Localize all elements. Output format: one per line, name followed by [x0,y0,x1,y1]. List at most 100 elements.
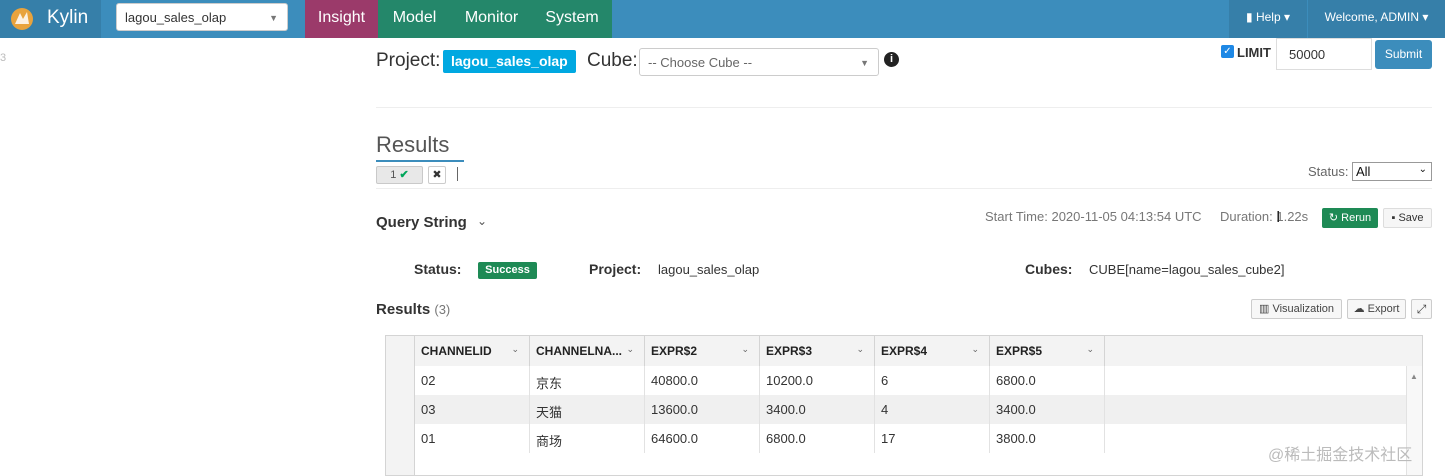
tab-model[interactable]: Model [378,0,451,38]
table-cell[interactable]: 商场 [530,424,645,453]
chevron-down-icon[interactable]: ⌄ [741,344,749,355]
expand-icon[interactable]: ⤢ [1411,299,1432,319]
project-badge: lagou_sales_olap [443,50,576,73]
visualization-button[interactable]: ▥ Visualization [1251,299,1342,319]
close-icon[interactable]: ✖ [428,166,446,184]
column-header[interactable]: CHANNELID ⌄ [415,336,530,366]
table-cell[interactable]: 13600.0 [645,395,760,424]
project-info-label: Project: [589,261,642,277]
table-cell[interactable]: 京东 [530,366,645,395]
query-string-toggle[interactable]: Query String [376,214,467,231]
table-row[interactable]: 02 京东 40800.0 10200.0 6 6800.0 [386,366,1422,395]
chevron-down-icon[interactable]: ⌄ [856,344,864,355]
table-cell[interactable]: 03 [415,395,530,424]
project-info-value: lagou_sales_olap [658,262,760,277]
column-header-label: EXPR$3 [766,344,813,358]
rerun-label: Rerun [1341,212,1372,224]
info-icon[interactable]: i [884,52,899,67]
welcome-label: Welcome, ADMIN [1324,10,1420,24]
text-cursor-icon: I [1276,209,1281,226]
table-cell[interactable]: 3800.0 [990,424,1105,453]
results-label: Results [376,301,431,318]
export-label: Export [1367,303,1400,315]
column-header[interactable]: EXPR$4 ⌄ [875,336,990,366]
table-cell[interactable]: 01 [415,424,530,453]
divider [376,107,1432,108]
project-select[interactable]: lagou_sales_olap ▼ [116,3,288,31]
table-cell[interactable]: 10200.0 [760,366,875,395]
user-menu[interactable]: Welcome, ADMIN ▾ [1308,0,1445,38]
column-header[interactable]: EXPR$3 ⌄ [760,336,875,366]
tab-system[interactable]: System [532,0,612,38]
chevron-down-icon[interactable]: ⌄ [971,344,979,355]
table-cell[interactable]: 64600.0 [645,424,760,453]
tab-cursor [457,167,458,181]
cubes-label: Cubes: [1025,261,1073,277]
tab-insight[interactable]: Insight [305,0,378,38]
caret-down-icon: ▾ [1422,10,1429,24]
caret-down-icon: ▾ [1283,10,1290,24]
brand-name: Kylin [47,7,89,28]
table-cell[interactable]: 17 [875,424,990,453]
table-cell[interactable]: 6800.0 [990,366,1105,395]
table-cell[interactable]: 4 [875,395,990,424]
double-chevron-down-icon[interactable]: ⌄ [477,214,487,228]
divider [376,188,1432,189]
export-button[interactable]: ☁ Export [1347,299,1406,319]
rerun-button[interactable]: ↻ Rerun [1322,208,1378,228]
table-cell[interactable]: 6800.0 [760,424,875,453]
chevron-down-icon[interactable]: ⌄ [1086,344,1094,355]
cube-select[interactable]: -- Choose Cube -- ▼ [639,48,879,76]
chevron-down-icon: ▼ [860,58,869,68]
table-cell[interactable]: 02 [415,366,530,395]
help-label: Help [1255,10,1281,24]
submit-button[interactable]: Submit [1375,40,1432,69]
cube-label: Cube: [587,50,638,71]
query-tab-label: 1 [390,169,397,181]
row-header[interactable] [386,424,415,453]
limit-label: LIMIT [1237,45,1271,60]
table-cell[interactable]: 6 [875,366,990,395]
column-header-label: CHANNELID [421,344,492,358]
table-cell[interactable]: 40800.0 [645,366,760,395]
check-icon: ✔ [399,169,409,181]
visualization-label: Visualization [1272,303,1335,315]
start-time: Start Time: 2020-11-05 04:13:54 UTC [985,209,1202,224]
table-row[interactable]: 01 商场 64600.0 6800.0 17 3800.0 [386,424,1422,453]
results-count: (3) [434,302,451,317]
cubes-value: CUBE[name=lagou_sales_cube2] [1089,262,1285,277]
table-cell[interactable]: 天猫 [530,395,645,424]
column-header[interactable]: EXPR$2 ⌄ [645,336,760,366]
column-header-label: EXPR$4 [881,344,928,358]
scroll-up-arrow-icon[interactable]: ▲ [1410,372,1418,381]
column-header[interactable]: CHANNELNA... ⌄ [530,336,645,366]
status-badge: Success [478,262,537,279]
brand[interactable]: Kylin [0,0,101,38]
project-label: Project: [376,50,441,71]
table-cell[interactable]: 3400.0 [760,395,875,424]
table-cell[interactable]: 3400.0 [990,395,1105,424]
chevron-down-icon: ▼ [269,13,278,23]
column-header[interactable]: EXPR$5 ⌄ [990,336,1105,366]
limit-checkbox[interactable]: ✓ [1221,45,1234,58]
table-row[interactable]: 03 天猫 13600.0 3400.0 4 3400.0 [386,395,1422,424]
status-filter-value: All [1356,164,1371,179]
grid-corner [386,336,415,366]
row-header[interactable] [386,366,415,395]
cloud-download-icon: ☁ [1353,303,1365,315]
status-filter-label: Status: [1308,164,1349,179]
refresh-icon: ↻ [1328,212,1339,224]
save-button[interactable]: ▪ Save [1383,208,1432,228]
editor-line-number: 3 [0,52,7,64]
cube-select-placeholder: -- Choose Cube -- [648,55,753,70]
query-tab-1[interactable]: 1 ✔ [376,166,423,184]
row-header[interactable] [386,395,415,424]
project-select-value: lagou_sales_olap [125,10,227,25]
chevron-down-icon[interactable]: ⌄ [511,344,519,355]
floppy-icon: ▪ [1391,212,1396,224]
status-filter-select[interactable]: All ⌄ [1352,162,1432,181]
tab-monitor[interactable]: Monitor [451,0,532,38]
chevron-down-icon[interactable]: ⌄ [626,344,634,355]
help-menu[interactable]: ▮ Help ▾ [1229,0,1307,38]
limit-input[interactable]: 50000 [1276,38,1372,70]
